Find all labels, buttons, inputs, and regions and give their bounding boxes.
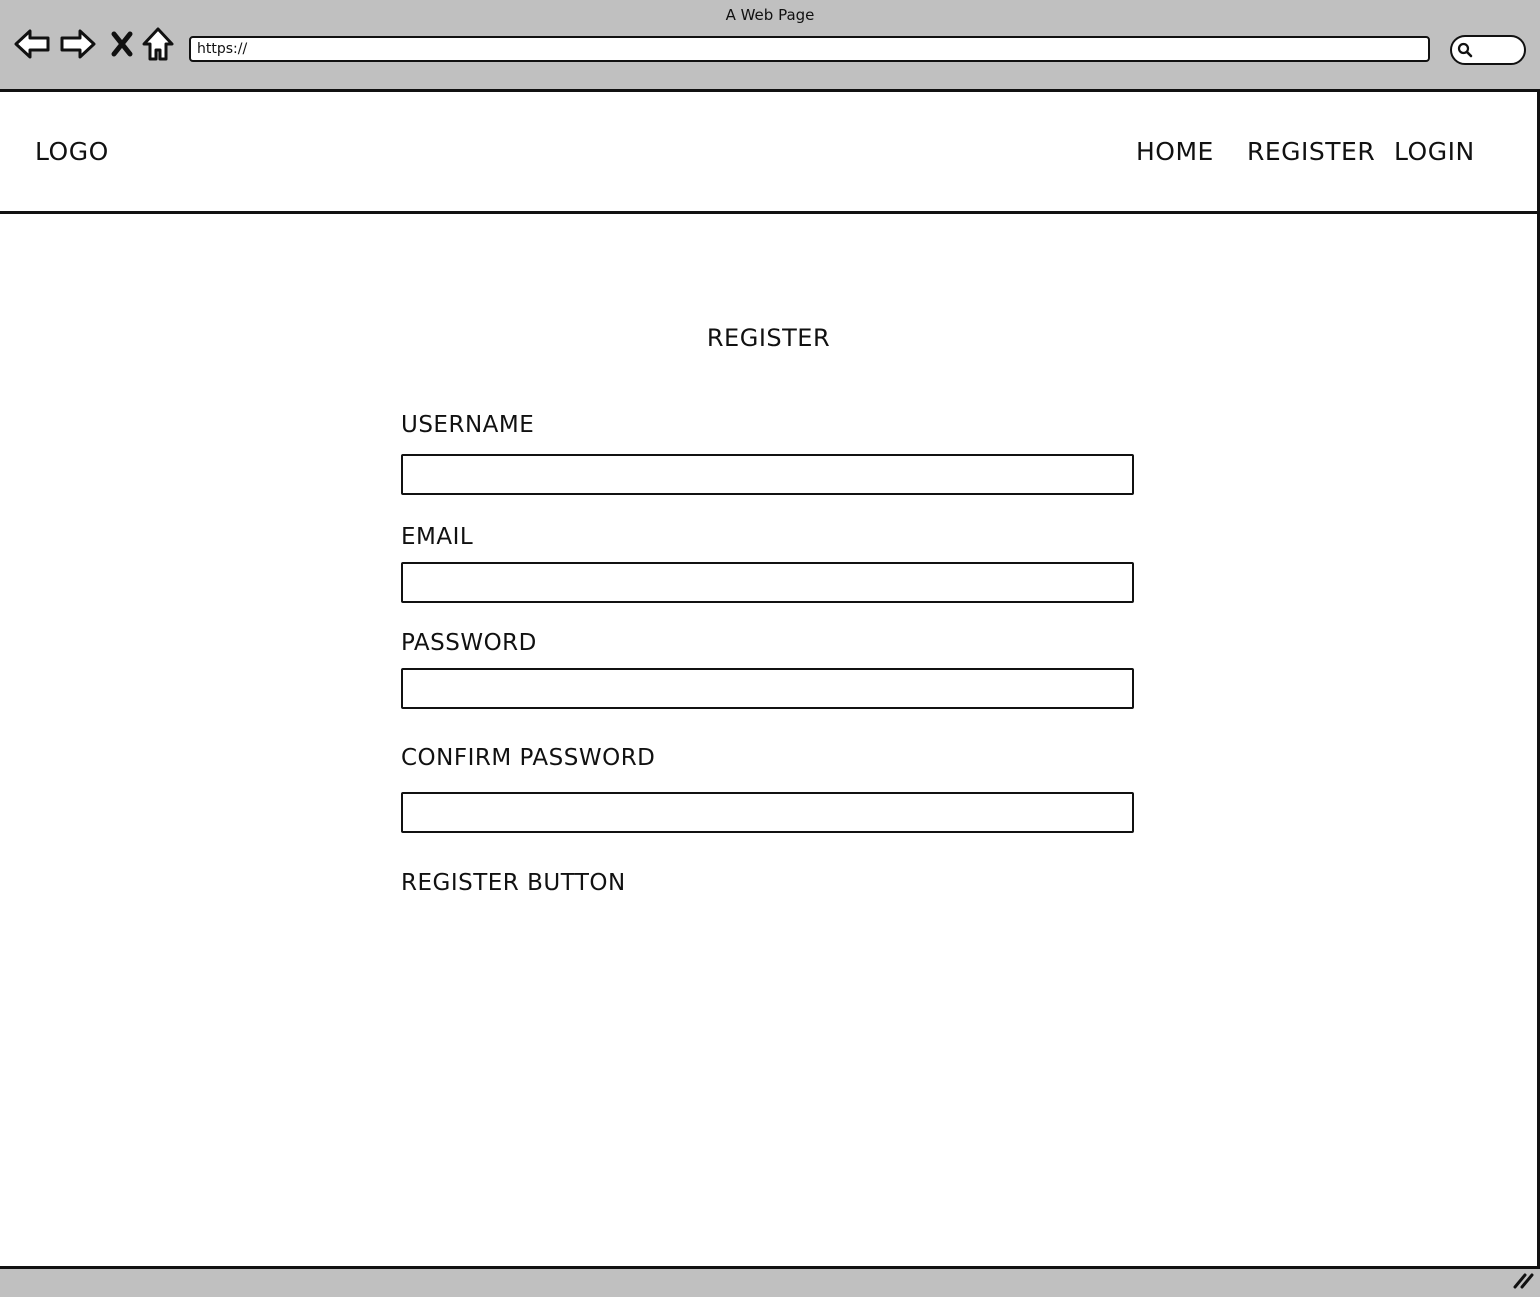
confirm-password-input[interactable] [401, 792, 1134, 833]
browser-window: A Web Page https:// LOGO HOME REGISTER L… [0, 0, 1540, 1297]
forward-button[interactable] [58, 24, 98, 64]
nav-link-home[interactable]: HOME [1136, 137, 1214, 166]
register-button[interactable]: REGISTER BUTTON [401, 870, 626, 896]
stop-button[interactable] [102, 24, 142, 64]
back-button[interactable] [12, 24, 52, 64]
username-input[interactable] [401, 454, 1134, 495]
url-bar[interactable]: https:// [189, 36, 1430, 62]
browser-toolbar: A Web Page https:// [0, 0, 1540, 92]
nav-link-login[interactable]: LOGIN [1394, 137, 1475, 166]
form-title: REGISTER [706, 324, 831, 352]
site-header: LOGO HOME REGISTER LOGIN [0, 92, 1540, 214]
forward-arrow-icon [59, 27, 97, 61]
search-icon [1457, 42, 1473, 62]
username-label: USERNAME [401, 412, 535, 438]
resize-grip-icon[interactable] [1512, 1271, 1534, 1293]
home-icon [141, 26, 175, 62]
main-content: REGISTER USERNAME EMAIL PASSWORD CONFIRM… [0, 214, 1540, 1266]
email-label: EMAIL [401, 524, 474, 550]
browser-search-button[interactable] [1450, 35, 1526, 65]
home-button[interactable] [138, 24, 178, 64]
site-logo[interactable]: LOGO [35, 137, 109, 166]
password-label: PASSWORD [401, 630, 537, 656]
password-input[interactable] [401, 668, 1134, 709]
confirm-password-label: CONFIRM PASSWORD [401, 745, 656, 771]
close-icon [110, 31, 134, 57]
browser-status-bar [0, 1266, 1540, 1297]
window-title: A Web Page [725, 6, 815, 24]
email-input[interactable] [401, 562, 1134, 603]
back-arrow-icon [13, 27, 51, 61]
nav-link-register[interactable]: REGISTER [1247, 137, 1375, 166]
